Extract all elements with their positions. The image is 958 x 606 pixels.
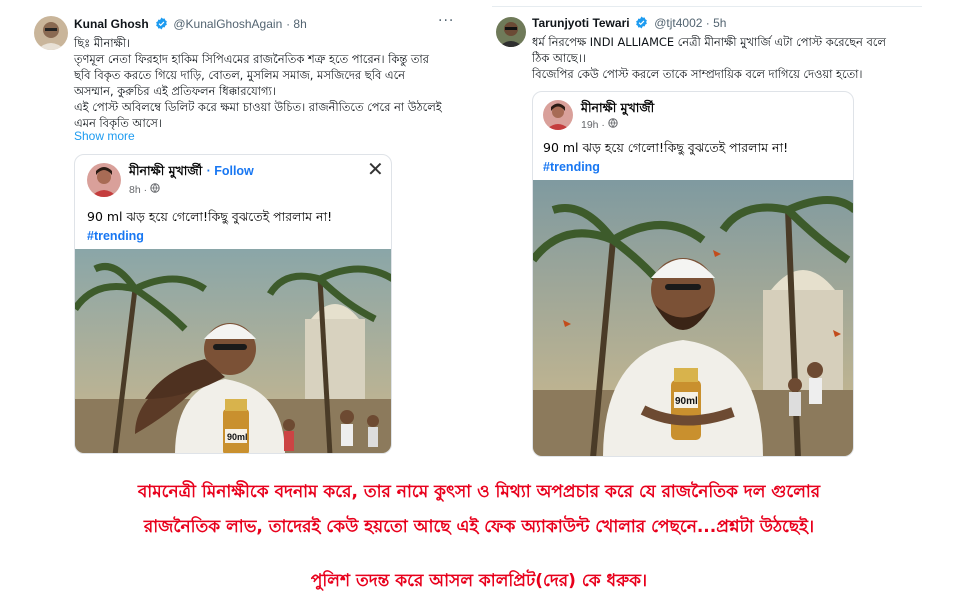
- fb-time-text: 19h ·: [581, 119, 605, 131]
- fb-time-text: 8h ·: [129, 184, 148, 196]
- fb-author-name[interactable]: মীনাক্ষী মুখার্জী: [581, 100, 654, 120]
- globe-icon: [608, 118, 618, 131]
- author-name[interactable]: Kunal Ghosh: [74, 17, 149, 31]
- globe-icon: [150, 183, 160, 196]
- fb-follow-button[interactable]: · Follow: [207, 164, 254, 178]
- tweet-line: বিজেপির কেউ পোস্ট করলে তাকে সাম্প্রদায়ি…: [532, 67, 863, 81]
- caption-line-3: পুলিশ তদন্ত করে আসল কালপ্রিট(দের) কে ধরু…: [310, 571, 648, 591]
- tweet-line: ধর্ম নিরপেক্ষ INDI ALLIAMCE নেত্রী মীনাক…: [532, 35, 886, 49]
- bottle-label: 90ml: [675, 396, 698, 407]
- fb-hashtag[interactable]: #trending: [87, 229, 144, 243]
- fb-post-time: 19h ·: [581, 118, 618, 131]
- tweet-header: Kunal Ghosh @KunalGhoshAgain · 8h: [74, 17, 307, 33]
- tweet-time[interactable]: · 8h: [286, 17, 307, 31]
- verified-badge-icon: [155, 17, 168, 33]
- fb-post-time: 8h ·: [129, 183, 160, 196]
- tweet-line: অসম্মান, কুরুচির এই প্রতিফলন ধিক্কারযোগ্…: [74, 84, 276, 98]
- fb-post-image[interactable]: 90ml: [75, 249, 391, 453]
- more-options-icon[interactable]: ···: [438, 13, 454, 29]
- tweet-line: ঠিক আছে।।: [532, 51, 586, 65]
- author-name[interactable]: Tarunjyoti Tewari: [532, 16, 630, 30]
- fb-hashtag[interactable]: #trending: [543, 160, 600, 174]
- embedded-facebook-post[interactable]: মীনাক্ষী মুখার্জী 19h · 90 ml ঝড় হয়ে গ…: [532, 91, 854, 457]
- author-avatar[interactable]: [496, 17, 526, 47]
- tweet-text: ছিঃ মীনাক্ষী। তৃণমূল নেতা ফিরহাদ হাকিম স…: [74, 35, 442, 131]
- tweet-tarunjyoti-tewari[interactable]: Tarunjyoti Tewari @tjt4002 · 5h ধর্ম নির…: [492, 6, 922, 457]
- tweet-kunal-ghosh[interactable]: Kunal Ghosh @KunalGhoshAgain · 8h ··· ছি…: [28, 8, 476, 458]
- fb-post-image[interactable]: 90ml: [533, 180, 853, 456]
- fb-author-avatar[interactable]: [87, 163, 121, 197]
- tweet-line: ছবি বিকৃত করতে গিয়ে দাড়ি, বোতল, মুসলিম…: [74, 68, 405, 82]
- caption-line-1: বামনেত্রী মিনাক্ষীকে বদনাম করে, তার নামে…: [137, 482, 821, 502]
- tweet-text: ধর্ম নিরপেক্ষ INDI ALLIAMCE নেত্রী মীনাক…: [532, 34, 886, 82]
- verified-badge-icon: [635, 16, 648, 32]
- bottle-label: 90ml: [227, 432, 248, 442]
- author-avatar[interactable]: [34, 16, 68, 50]
- tweet-line: এই পোস্ট অবিলম্বে ডিলিট করে ক্ষমা চাওয়া…: [74, 100, 442, 114]
- tweet-line: ছিঃ মীনাক্ষী।: [74, 36, 131, 50]
- fb-author-line: মীনাক্ষী মুখার্জী · Follow: [129, 163, 254, 183]
- tweet-header: Tarunjyoti Tewari @tjt4002 · 5h: [532, 16, 726, 32]
- fb-author-name[interactable]: মীনাক্ষী মুখার্জী: [129, 163, 202, 178]
- fb-post-text: 90 ml ঝড় হয়ে গেলো!কিছু বুঝতেই পারলাম ন…: [543, 140, 789, 155]
- caption-line-2: রাজনৈতিক লাভ, তাদেরই কেউ হয়তো আছে এই ফে…: [143, 517, 815, 537]
- fb-author-avatar[interactable]: [543, 100, 573, 130]
- show-more-link[interactable]: Show more: [74, 129, 135, 143]
- close-icon[interactable]: ✕: [367, 157, 384, 181]
- fb-post-text: 90 ml ঝড় হয়ে গেলো!কিছু বুঝতেই পারলাম ন…: [87, 209, 333, 224]
- author-handle[interactable]: @KunalGhoshAgain: [173, 17, 282, 31]
- embedded-facebook-post[interactable]: মীনাক্ষী মুখার্জী · Follow 8h · ✕ 90 ml …: [74, 154, 392, 454]
- tweet-line: তৃণমূল নেতা ফিরহাদ হাকিম সিপিএমের রাজনৈত…: [74, 52, 429, 66]
- author-handle[interactable]: @tjt4002 · 5h: [654, 16, 726, 30]
